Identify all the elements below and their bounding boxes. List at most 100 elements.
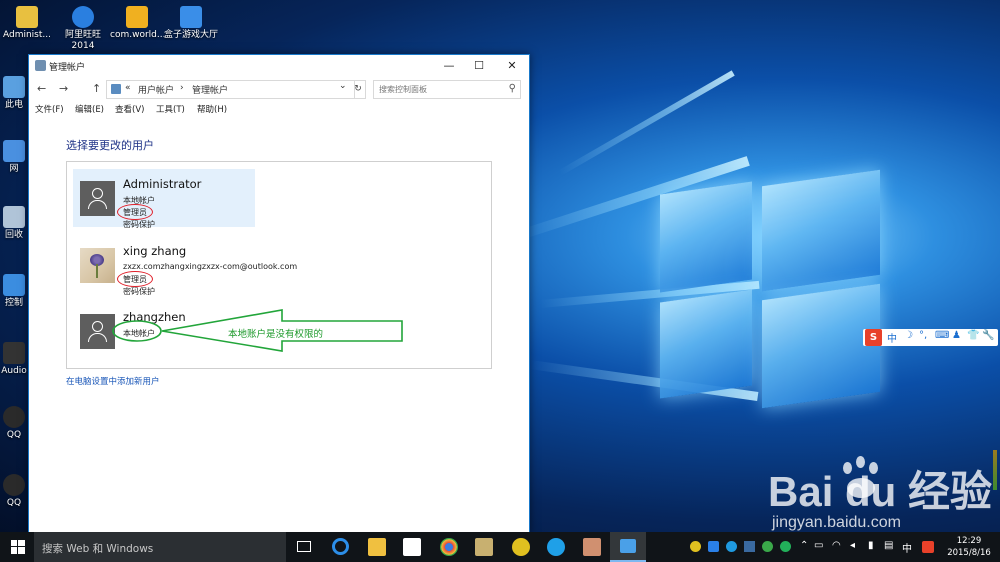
desktop-icon-label: QQ bbox=[6, 430, 22, 440]
annotation-circle bbox=[117, 204, 153, 220]
user-photo-avatar bbox=[80, 248, 115, 283]
search-box[interactable]: 搜索控制面板 ⚲ bbox=[373, 80, 521, 99]
address-overflow[interactable]: « bbox=[125, 83, 131, 93]
search-icon: ⚲ bbox=[508, 83, 516, 94]
close-button[interactable]: ✕ bbox=[497, 55, 527, 77]
account-name: Administrator bbox=[123, 177, 202, 191]
desktop-icon-network[interactable]: 网 bbox=[0, 140, 28, 175]
desktop-icon-audio[interactable]: Audio bbox=[0, 342, 28, 377]
up-button[interactable]: ↑ bbox=[92, 82, 101, 95]
desktop-icon-qq-2[interactable]: QQ bbox=[0, 474, 28, 509]
control-panel-taskbar-button[interactable] bbox=[610, 532, 646, 562]
breadcrumb-user-accounts[interactable]: 用户帐户 bbox=[138, 83, 174, 96]
skin-icon[interactable]: 👕 bbox=[967, 330, 979, 341]
store-icon[interactable] bbox=[403, 538, 421, 556]
address-bar[interactable]: « 用户帐户 › 管理帐户 ⌄ bbox=[106, 80, 355, 99]
desktop-icon-apk[interactable]: com.world... bbox=[110, 6, 166, 41]
menu-file[interactable]: 文件(F) bbox=[35, 103, 64, 115]
tray-security-icon[interactable] bbox=[726, 541, 737, 552]
windows-logo-icon bbox=[11, 540, 25, 554]
back-button[interactable]: ← bbox=[37, 82, 46, 95]
user-avatar-icon bbox=[80, 181, 115, 216]
desktop-icon-this-pc[interactable]: 此电 bbox=[0, 76, 28, 111]
account-password: 密码保护 bbox=[123, 287, 155, 296]
task-view-icon[interactable] bbox=[297, 541, 311, 552]
gamepad-icon bbox=[180, 6, 202, 28]
desktop-icon-label: 回收 bbox=[4, 230, 23, 240]
add-user-link[interactable]: 在电脑设置中添加新用户 bbox=[66, 375, 160, 387]
game-app-icon[interactable] bbox=[583, 538, 601, 556]
chrome-icon[interactable] bbox=[440, 538, 458, 556]
clock-date: 2015/8/16 bbox=[947, 548, 991, 558]
qq-browser-icon[interactable] bbox=[547, 538, 565, 556]
menu-bar: 文件(F) 编辑(E) 查看(V) 工具(T) 帮助(H) bbox=[29, 101, 529, 117]
clock-time: 12:29 bbox=[956, 536, 982, 546]
desktop-icon-administrator[interactable]: Administ... bbox=[0, 6, 54, 41]
ime-chinese-mode[interactable]: 中 bbox=[887, 330, 897, 345]
tray-app-icon[interactable] bbox=[744, 541, 755, 552]
desktop-icon-label: 此电 bbox=[4, 100, 23, 110]
chevron-down-icon[interactable]: ⌄ bbox=[339, 81, 347, 91]
green-app-icon[interactable] bbox=[512, 538, 530, 556]
menu-edit[interactable]: 编辑(E) bbox=[75, 103, 104, 115]
tray-360-icon[interactable] bbox=[762, 541, 773, 552]
wrench-icon[interactable]: 🔧 bbox=[982, 330, 994, 341]
desktop-icon-label: 控制 bbox=[4, 298, 23, 308]
account-password: 密码保护 bbox=[123, 220, 155, 229]
wifi-icon[interactable]: ◠ bbox=[832, 540, 841, 551]
recycle-bin-icon bbox=[3, 206, 25, 228]
volume-icon[interactable]: ◂ bbox=[850, 540, 855, 551]
annotation-text: 本地账户是没有权限的 bbox=[228, 329, 324, 340]
menu-tools[interactable]: 工具(T) bbox=[156, 103, 185, 115]
refresh-button[interactable]: ↻ bbox=[351, 80, 366, 99]
sogou-logo-icon[interactable]: S bbox=[865, 329, 882, 346]
sogou-tray-icon[interactable] bbox=[922, 541, 934, 553]
forward-button[interactable]: → bbox=[59, 82, 68, 95]
system-clock[interactable]: 12:29 2015/8/16 bbox=[944, 535, 994, 559]
file-explorer-icon[interactable] bbox=[368, 538, 386, 556]
desktop-icon-label: com.world... bbox=[110, 30, 166, 40]
taskbar-search-placeholder: 搜索 Web 和 Windows bbox=[42, 543, 154, 555]
search-placeholder: 搜索控制面板 bbox=[379, 85, 427, 94]
network-icon[interactable]: ▭ bbox=[814, 540, 823, 551]
moon-icon[interactable]: ☽ bbox=[904, 330, 913, 341]
ime-toolbar[interactable]: S 中 ☽ °, ⌨ ♟ 👕 🔧 bbox=[863, 329, 998, 346]
control-panel-icon bbox=[111, 84, 121, 94]
taskbar-search[interactable]: 搜索 Web 和 Windows bbox=[34, 532, 286, 562]
chevron-up-icon[interactable]: ⌃ bbox=[800, 540, 808, 551]
title-bar[interactable]: 管理帐户 — ☐ ✕ bbox=[29, 55, 529, 77]
desktop-icon-recycle-bin[interactable]: 回收 bbox=[0, 206, 28, 241]
keyboard-icon[interactable]: ⌨ bbox=[935, 330, 949, 341]
punctuation-icon[interactable]: °, bbox=[919, 330, 927, 341]
notification-icon[interactable]: ▤ bbox=[884, 540, 893, 551]
account-administrator[interactable]: Administrator 本地帐户 管理员 密码保护 bbox=[73, 169, 255, 229]
edge-browser-icon[interactable] bbox=[332, 538, 349, 555]
window-title: 管理帐户 bbox=[49, 63, 86, 73]
desktop-icon-label: Administ... bbox=[3, 30, 51, 40]
desktop-icon-control-panel[interactable]: 控制 bbox=[0, 274, 28, 309]
baidu-watermark: Bai du 经验 bbox=[768, 468, 993, 515]
tray-monitor-icon[interactable] bbox=[780, 541, 791, 552]
computer-icon bbox=[3, 76, 25, 98]
desktop-icon-label: 盒子游戏大厅 bbox=[164, 30, 219, 40]
desktop-icon-label: Audio bbox=[1, 366, 27, 376]
start-button[interactable] bbox=[0, 532, 34, 562]
menu-view[interactable]: 查看(V) bbox=[115, 103, 144, 115]
menu-help[interactable]: 帮助(H) bbox=[197, 103, 227, 115]
account-xing-zhang[interactable]: xing zhang zxzx.comzhangxingzxzx-com@out… bbox=[73, 236, 333, 296]
wallpaper-ray bbox=[558, 70, 735, 176]
tray-green-icon[interactable] bbox=[690, 541, 701, 552]
user-icon[interactable]: ♟ bbox=[952, 330, 961, 341]
desktop-icon-aliwangwang[interactable]: 阿里旺旺 2014 bbox=[56, 6, 110, 52]
tray-shield-icon[interactable] bbox=[708, 541, 719, 552]
breadcrumb-manage-accounts[interactable]: 管理帐户 bbox=[192, 83, 228, 96]
usb-icon[interactable]: ▮ bbox=[868, 540, 874, 551]
ime-language-indicator[interactable]: 中 bbox=[902, 540, 912, 555]
aliwangwang-icon bbox=[72, 6, 94, 28]
notepad-app-icon[interactable] bbox=[475, 538, 493, 556]
desktop-icon-qq-1[interactable]: QQ bbox=[0, 406, 28, 441]
desktop-icon-label: 阿里旺旺 2014 bbox=[64, 30, 101, 51]
maximize-button[interactable]: ☐ bbox=[464, 55, 494, 77]
minimize-button[interactable]: — bbox=[434, 55, 464, 77]
desktop-icon-game-hall[interactable]: 盒子游戏大厅 bbox=[164, 6, 218, 41]
